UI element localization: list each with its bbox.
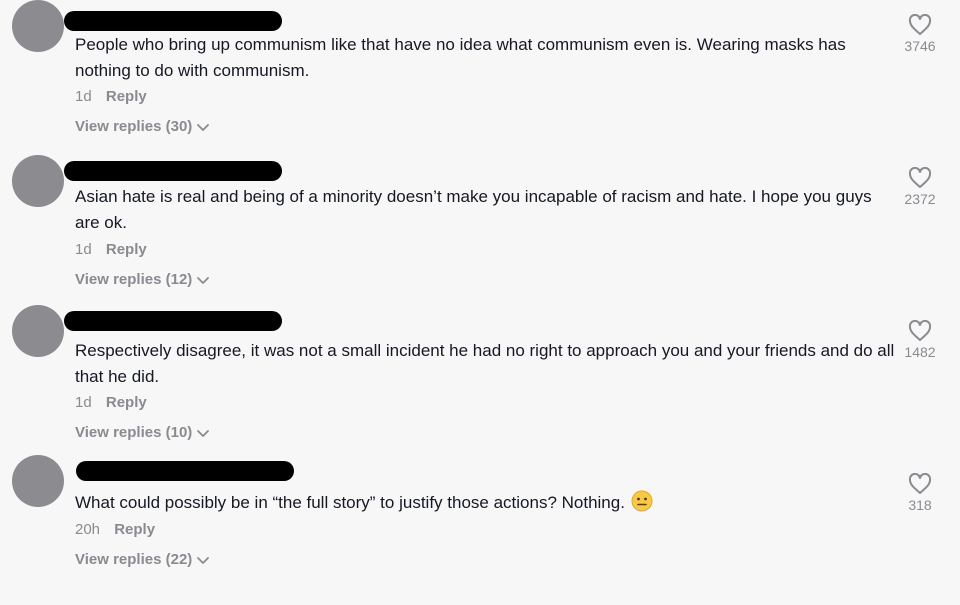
like-button[interactable]: 1482	[890, 320, 950, 360]
comment-time: 1d	[75, 241, 92, 258]
comment-meta: 1d Reply	[75, 241, 147, 258]
view-replies-button[interactable]: View replies (10)	[75, 424, 210, 441]
comment-meta: 1d Reply	[75, 394, 147, 411]
comment-text: People who bring up communism like that …	[75, 35, 846, 80]
comment-text-body: What could possibly be in “the full stor…	[75, 493, 625, 512]
like-button[interactable]: 2372	[890, 167, 950, 207]
chevron-down-icon	[197, 556, 210, 564]
view-replies-label: View replies (12)	[75, 271, 193, 288]
like-button[interactable]: 318	[890, 473, 950, 513]
neutral-face-emoji	[631, 490, 653, 512]
heart-outline-icon	[908, 14, 932, 35]
heart-outline-icon	[908, 167, 932, 188]
reply-button[interactable]: Reply	[106, 394, 147, 411]
comment-text: What could possibly be in “the full stor…	[75, 490, 895, 516]
chevron-down-icon	[197, 429, 210, 437]
comment-text: Asian hate is real and being of a minori…	[75, 187, 872, 232]
redacted-username	[76, 461, 294, 481]
view-replies-label: View replies (30)	[75, 118, 193, 135]
reply-button[interactable]: Reply	[106, 88, 147, 105]
like-count: 318	[908, 497, 932, 513]
comment-meta: 1d Reply	[75, 88, 147, 105]
comment-time: 1d	[75, 88, 92, 105]
comment-text: Respectively disagree, it was not a smal…	[75, 341, 895, 386]
like-count: 3746	[904, 38, 936, 54]
comment: Asian hate is real and being of a minori…	[0, 155, 960, 305]
chevron-down-icon	[197, 276, 210, 284]
avatar[interactable]	[12, 455, 64, 507]
like-button[interactable]: 3746	[890, 14, 950, 54]
comment: What could possibly be in “the full stor…	[0, 455, 960, 605]
comment-time: 20h	[75, 521, 101, 538]
avatar[interactable]	[12, 155, 64, 207]
redacted-username	[64, 311, 282, 331]
heart-outline-icon	[908, 473, 932, 494]
like-count: 1482	[904, 344, 936, 360]
like-count: 2372	[904, 191, 936, 207]
comment: Respectively disagree, it was not a smal…	[0, 305, 960, 455]
avatar[interactable]	[12, 305, 64, 357]
comment-meta: 20h Reply	[75, 521, 155, 538]
reply-button[interactable]: Reply	[114, 521, 155, 538]
view-replies-button[interactable]: View replies (22)	[75, 551, 210, 568]
heart-outline-icon	[908, 320, 932, 341]
comment: People who bring up communism like that …	[0, 0, 960, 150]
view-replies-button[interactable]: View replies (12)	[75, 271, 210, 288]
comment-time: 1d	[75, 394, 92, 411]
chevron-down-icon	[197, 123, 210, 131]
view-replies-label: View replies (22)	[75, 551, 193, 568]
redacted-username	[64, 161, 282, 181]
view-replies-label: View replies (10)	[75, 424, 193, 441]
reply-button[interactable]: Reply	[106, 241, 147, 258]
redacted-username	[64, 11, 282, 31]
view-replies-button[interactable]: View replies (30)	[75, 118, 210, 135]
avatar[interactable]	[12, 0, 64, 52]
